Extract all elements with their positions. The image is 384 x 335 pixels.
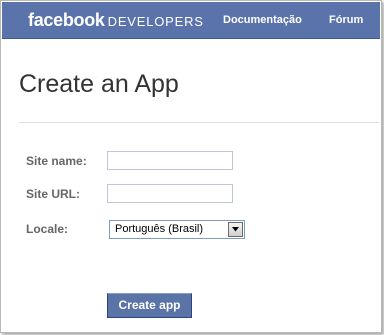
locale-label: Locale: <box>26 222 69 236</box>
logo-suffix: DEVELOPERS <box>107 14 204 29</box>
nav-link-forum[interactable]: Fórum <box>329 14 363 26</box>
nav-link-documentacao[interactable]: Documentação <box>223 14 302 26</box>
locale-dropdown-button[interactable] <box>228 222 243 237</box>
chevron-down-icon <box>232 227 239 232</box>
create-app-button[interactable]: Create app <box>107 293 192 318</box>
site-name-label: Site name: <box>26 154 87 168</box>
top-bar: facebook DEVELOPERS Documentação Fórum <box>2 2 380 39</box>
locale-selected-value: Português (Brasil) <box>115 223 204 235</box>
site-url-label: Site URL: <box>26 187 80 201</box>
site-url-input[interactable] <box>107 184 233 203</box>
title-divider <box>19 122 379 123</box>
page-title: Create an App <box>19 70 179 98</box>
facebook-developers-logo[interactable]: facebook DEVELOPERS <box>28 10 204 31</box>
locale-select[interactable]: Português (Brasil) <box>109 220 245 239</box>
logo-brand: facebook <box>28 10 105 30</box>
site-name-input[interactable] <box>107 151 233 170</box>
